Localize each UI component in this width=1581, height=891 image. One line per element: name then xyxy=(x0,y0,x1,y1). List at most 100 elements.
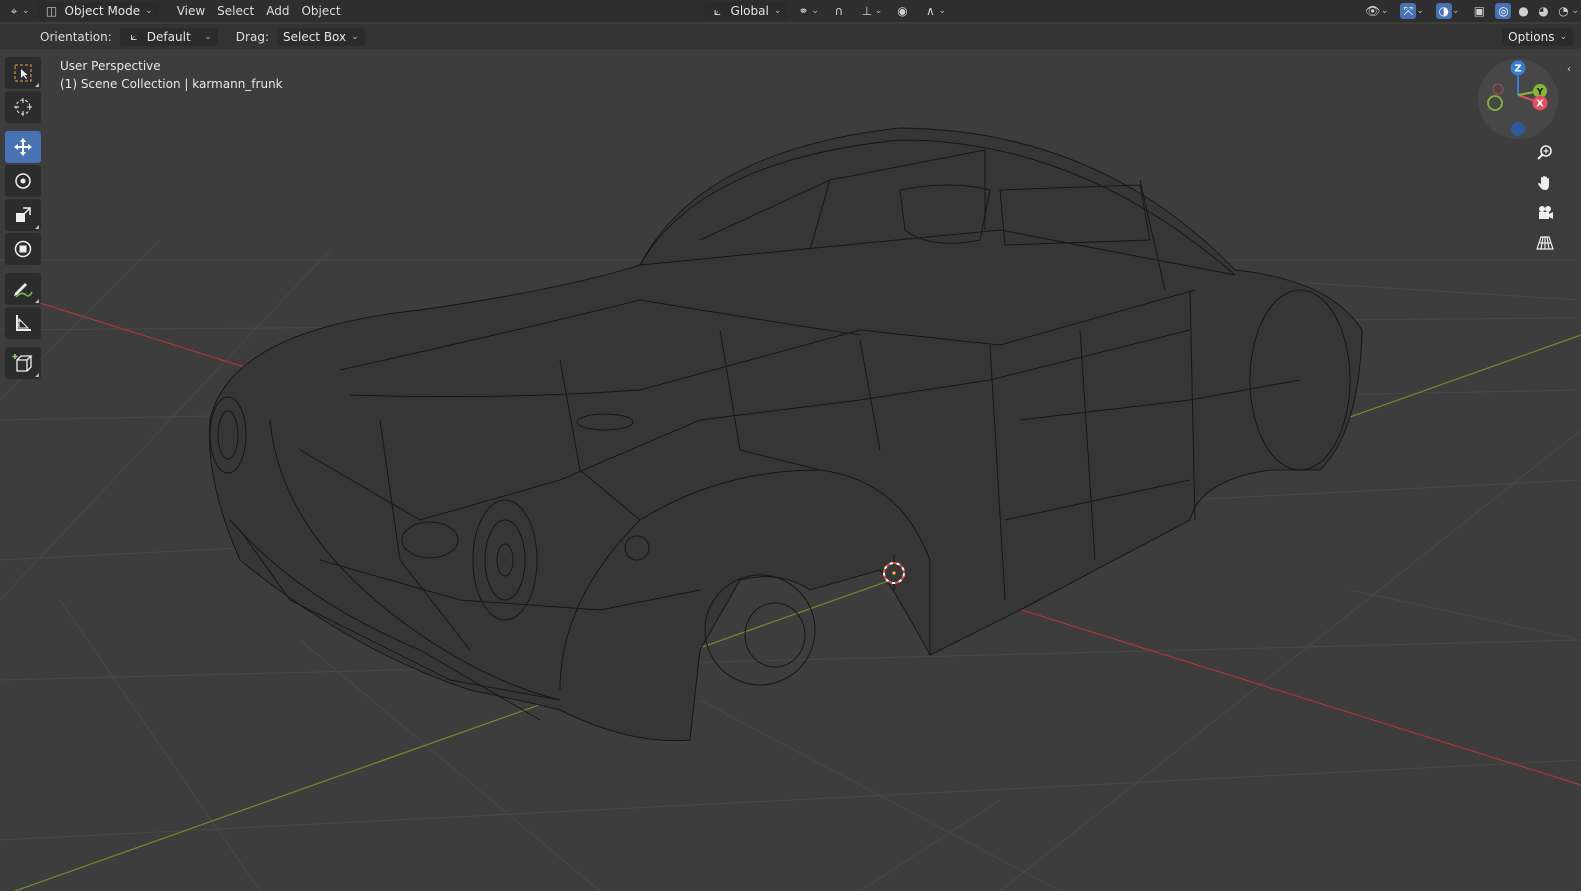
falloff-curve-icon: ∧ xyxy=(926,4,935,18)
shading-material-button[interactable]: ◕ xyxy=(1533,1,1553,21)
annotate-tool[interactable] xyxy=(5,273,41,305)
sidebar-toggle-arrow[interactable]: ‹ xyxy=(1567,64,1571,75)
snap-toggle[interactable]: ∩ xyxy=(825,1,853,21)
z-axis-label: Z xyxy=(1514,64,1521,75)
rotate-icon xyxy=(15,173,31,189)
chevron-down-icon: ⌄ xyxy=(1559,31,1567,42)
menu-add[interactable]: Add xyxy=(260,1,295,21)
select-box-tool[interactable] xyxy=(5,57,41,89)
chevron-down-icon: ⌄ xyxy=(1380,6,1389,16)
orientation-label: Orientation: xyxy=(40,29,112,44)
menu-select[interactable]: Select xyxy=(211,1,260,21)
collection-label: (1) Scene Collection | karmann_frunk xyxy=(60,77,283,91)
overlay-toggle[interactable]: ◑ ⌄ xyxy=(1430,1,1466,21)
shading-rendered-button[interactable]: ◔ ⌄ xyxy=(1553,1,1581,21)
select-box-icon xyxy=(14,64,32,82)
chevron-down-icon: ⌄ xyxy=(938,6,946,16)
perspective-label: User Perspective xyxy=(60,59,161,73)
camera-view-button[interactable] xyxy=(1531,199,1559,227)
cursor-tool[interactable] xyxy=(5,91,41,123)
magnet-icon: ∩ xyxy=(834,4,844,18)
camera-icon xyxy=(1539,206,1553,219)
rotate-tool[interactable] xyxy=(5,165,41,197)
chevron-down-icon: ⌄ xyxy=(22,6,30,16)
3d-viewport-icon: ⌖ xyxy=(10,3,18,18)
tool-shelf xyxy=(5,57,42,381)
snap-increment-icon: ⊥ xyxy=(861,4,873,18)
pan-button[interactable] xyxy=(1531,169,1559,197)
rendered-shading-icon: ◔ xyxy=(1558,4,1569,18)
zoom-button[interactable] xyxy=(1531,139,1559,167)
snap-target-dropdown[interactable]: ⊥ ⌄ xyxy=(853,1,889,21)
editor-type-button[interactable]: ⌖ ⌄ xyxy=(0,1,36,21)
move-tool[interactable] xyxy=(5,131,41,163)
chevron-down-icon: ⌄ xyxy=(1571,6,1579,16)
scale-tool[interactable] xyxy=(5,199,41,231)
hand-icon xyxy=(1538,176,1549,190)
perspective-toggle-button[interactable] xyxy=(1531,229,1559,257)
menu-view[interactable]: View xyxy=(171,1,211,21)
object-mode-icon: ◫ xyxy=(45,4,58,18)
chevron-down-icon: ⌄ xyxy=(351,31,359,42)
xray-toggle[interactable]: ▣ xyxy=(1465,1,1493,21)
axis-gizmo-graphic: Z Y X xyxy=(1487,60,1548,136)
chevron-down-icon: ⌄ xyxy=(145,6,153,16)
proportional-edit-icon: ◉ xyxy=(897,4,908,18)
transform-orientation-label: Global xyxy=(730,4,769,18)
orientation-gizmo-icon: ⟀ xyxy=(130,29,138,43)
tool-settings-bar: Orientation: ⟀ Default ⌄ Drag: Select Bo… xyxy=(0,24,1581,49)
mode-label: Object Mode xyxy=(64,4,141,18)
proportional-falloff-dropdown[interactable]: ∧ ⌄ xyxy=(916,1,952,21)
proportional-edit-toggle[interactable]: ◉ xyxy=(888,1,916,21)
shading-solid-button[interactable]: ● xyxy=(1513,1,1533,21)
measure-tool[interactable] xyxy=(5,307,41,339)
viewport-info-text: User Perspective (1) Scene Collection | … xyxy=(60,57,283,93)
3d-viewport[interactable] xyxy=(0,0,1581,891)
pivot-point-icon: ⚭ xyxy=(798,4,809,18)
pivot-point-dropdown[interactable]: ⚭ ⌄ xyxy=(789,1,825,21)
transform-tool[interactable] xyxy=(5,233,41,265)
drag-dropdown[interactable]: Select Box ⌄ xyxy=(276,27,365,46)
drag-value: Select Box xyxy=(282,29,347,44)
pencil-icon xyxy=(14,283,33,298)
orientation-axes-icon: ⟀ xyxy=(713,3,722,18)
chevron-down-icon: ⌄ xyxy=(204,31,212,42)
negative-z-handle[interactable] xyxy=(1511,122,1525,136)
gizmo-icon: ⤧ xyxy=(1400,3,1417,19)
ruler-icon xyxy=(16,315,31,331)
material-shading-icon: ◕ xyxy=(1538,4,1549,18)
overlay-icon: ◑ xyxy=(1435,3,1452,19)
add-cube-icon xyxy=(12,354,33,372)
options-label: Options xyxy=(1508,29,1555,44)
negative-y-handle[interactable] xyxy=(1487,95,1503,111)
add-cube-tool[interactable] xyxy=(5,347,41,379)
chevron-down-icon: ⌄ xyxy=(874,6,883,16)
orientation-dropdown[interactable]: ⟀ Default ⌄ xyxy=(119,27,218,46)
zoom-magnifier-icon xyxy=(1537,145,1552,160)
menu-object[interactable]: Object xyxy=(295,1,346,21)
visibility-dropdown[interactable]: 👁 ⌄ xyxy=(1359,1,1395,21)
options-dropdown[interactable]: Options ⌄ xyxy=(1502,27,1573,46)
viewport-header: ⌖ ⌄ ◫ Object Mode ⌄ View Select Add Objec… xyxy=(0,0,1581,22)
wireframe-shading-icon: ◎ xyxy=(1495,3,1512,19)
transform-icon xyxy=(14,240,32,258)
shading-wireframe-button[interactable]: ◎ xyxy=(1493,1,1513,21)
cursor-icon xyxy=(14,98,32,116)
eye-icon: 👁 xyxy=(1365,4,1381,18)
chevron-down-icon: ⌄ xyxy=(1416,6,1424,16)
chevron-down-icon: ⌄ xyxy=(773,6,782,16)
orientation-value: Default xyxy=(146,29,191,44)
navigation-gizmo[interactable]: Z Y X xyxy=(1478,59,1558,139)
chevron-down-icon: ⌄ xyxy=(811,6,819,16)
drag-label: Drag: xyxy=(235,29,269,44)
chevron-down-icon: ⌄ xyxy=(1451,6,1460,16)
grid-perspective-icon xyxy=(1536,236,1554,250)
solid-shading-icon: ● xyxy=(1518,4,1529,18)
scale-icon xyxy=(16,207,31,222)
transform-orientation-dropdown[interactable]: ⟀ Global ⌄ xyxy=(703,2,788,20)
gizmo-toggle[interactable]: ⤧ ⌄ xyxy=(1394,1,1430,21)
mode-dropdown[interactable]: ◫ Object Mode ⌄ xyxy=(37,2,159,20)
move-icon xyxy=(14,138,32,156)
x-axis-label: X xyxy=(1536,99,1544,110)
xray-icon: ▣ xyxy=(1473,4,1486,18)
